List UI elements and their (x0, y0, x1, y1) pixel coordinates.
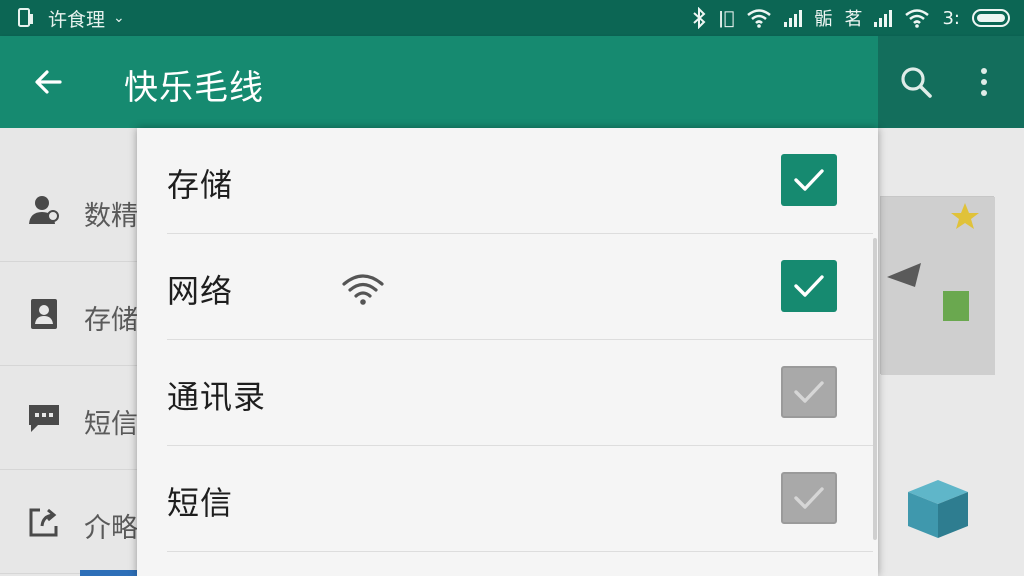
chevron-down-icon: ⌄ (113, 10, 125, 26)
dialog-item-label: 网络 (167, 272, 234, 310)
storage-checkbox[interactable] (781, 154, 837, 206)
more-vert-icon (981, 68, 987, 74)
signal-icon (784, 9, 803, 27)
arrow-left-icon (35, 70, 62, 94)
signal-icon-2 (874, 9, 893, 27)
check-icon (794, 381, 824, 403)
dialog-item-label: 存储 (167, 166, 234, 204)
list-item-label: 介略 (84, 513, 138, 544)
battery-icon (972, 9, 1010, 27)
carrier-text-3: 茗 (844, 9, 863, 30)
contact-card-icon (31, 299, 57, 329)
status-bar: 许食理 ⌄ ǀ⃝ 骺 茗 3: (0, 0, 1024, 36)
background-accent-bar (80, 570, 140, 576)
clock: 3: (942, 7, 960, 29)
list-item[interactable]: 介略 (0, 470, 140, 574)
wifi-icon-2 (905, 9, 930, 28)
page-title: 快乐毛线 (124, 68, 264, 108)
bluetooth-icon (693, 7, 706, 29)
search-icon (901, 67, 932, 98)
more-options-button[interactable] (970, 62, 998, 102)
dialog-item-network[interactable]: 网络 (167, 234, 873, 340)
list-item-label: 短信 (84, 409, 138, 440)
dialog-item-label: 短信 (167, 484, 234, 522)
app-label: 许食理 (48, 8, 106, 31)
dialog-item-contacts[interactable]: 通讯录 (167, 340, 873, 446)
dialog-item-label: 通讯录 (167, 378, 267, 416)
check-icon (794, 487, 824, 509)
sms-checkbox[interactable] (781, 472, 837, 524)
phone-icon (18, 8, 33, 27)
person-icon (29, 196, 59, 224)
carrier-text-2: 骺 (814, 9, 833, 30)
app-bar: 快乐毛线 (0, 36, 1024, 128)
wifi-icon (747, 9, 772, 28)
list-item[interactable]: 数精 (0, 158, 140, 262)
network-checkbox[interactable] (781, 260, 837, 312)
list-item[interactable]: 短信 (0, 366, 140, 470)
check-icon (794, 169, 824, 191)
background-list: 数精 存储 短信 介略 (0, 128, 140, 576)
list-item-label: 存储 (84, 305, 138, 336)
notification-area: 许食理 ⌄ (18, 5, 125, 31)
check-icon (794, 275, 824, 297)
list-item[interactable]: 存储 (0, 262, 140, 366)
search-button[interactable] (896, 62, 936, 102)
thumbnail-cube[interactable] (898, 472, 994, 544)
system-icons: ǀ⃝ 骺 茗 3: (692, 5, 1010, 31)
thumbnail-art (881, 197, 995, 375)
thumbnail-image[interactable] (880, 196, 995, 375)
permissions-dialog: 存储 网络 通讯录 短信 (137, 128, 878, 576)
wifi-icon (342, 274, 384, 305)
share-icon (29, 508, 58, 537)
dialog-item-sms[interactable]: 短信 (167, 446, 873, 552)
back-button[interactable] (28, 62, 68, 102)
carrier-text-1: ǀ⃝ (718, 7, 735, 29)
list-item-label: 数精 (84, 201, 138, 232)
dialog-item-storage[interactable]: 存储 (167, 128, 873, 234)
contacts-checkbox[interactable] (781, 366, 837, 418)
dialog-scrollbar[interactable] (873, 238, 877, 540)
message-icon (29, 405, 59, 432)
